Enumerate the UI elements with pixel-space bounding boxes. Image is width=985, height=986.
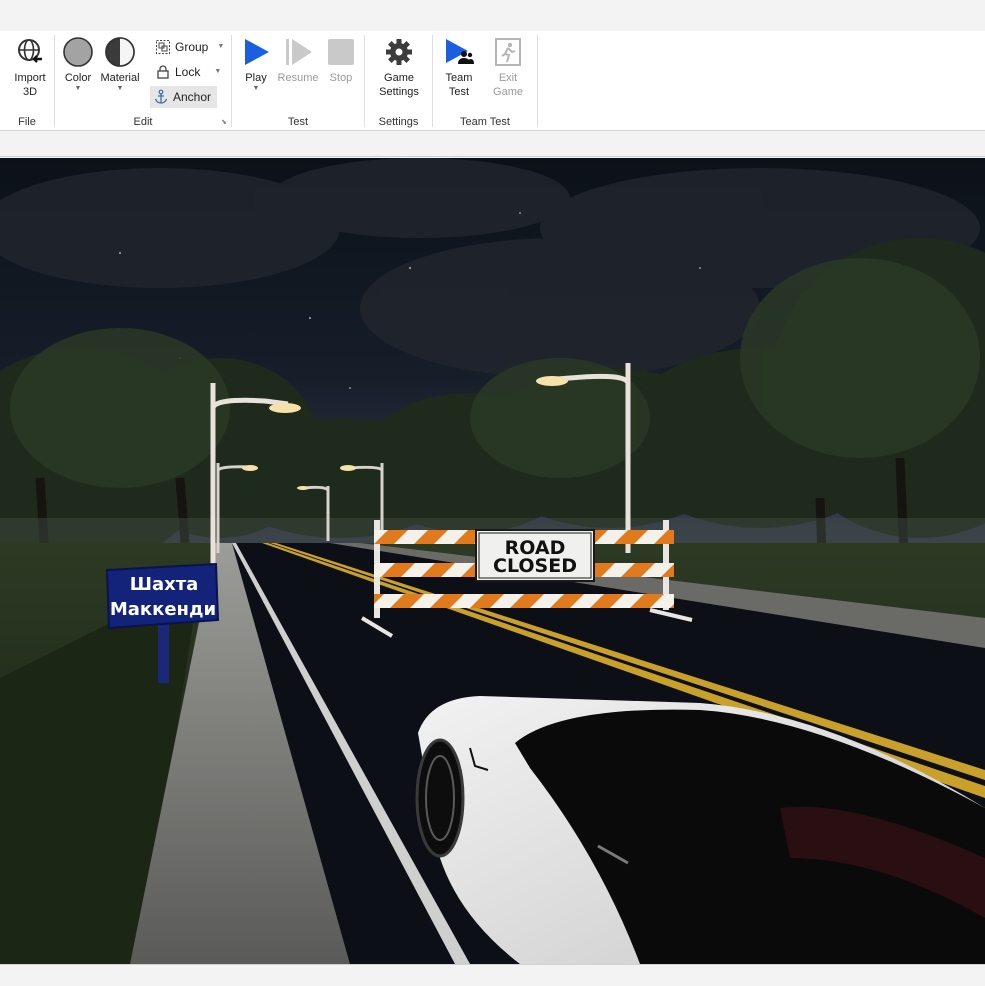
- scene-render: ROAD CLOSED Шахта Маккенди: [0, 158, 985, 964]
- anchor-icon: [154, 89, 168, 104]
- settings-group: Game Settings Settings: [365, 31, 432, 130]
- stop-button[interactable]: Stop: [325, 37, 357, 85]
- mine-sign-line2: Маккенди: [110, 599, 216, 620]
- group-label: Group: [175, 40, 209, 54]
- ribbon-toolbar: Import 3D File Color ▼ Material ▼ Group …: [0, 31, 985, 131]
- file-group-label: File: [18, 116, 36, 128]
- tab-bar: [0, 131, 985, 157]
- lock-label: Lock: [175, 65, 201, 79]
- chevron-down-icon: ▼: [214, 68, 222, 75]
- team-test-group: Team Test Exit Game Team Test: [433, 31, 537, 130]
- group-button[interactable]: Group ▼: [152, 36, 227, 58]
- road-sign-line2: CLOSED: [493, 555, 577, 577]
- test-group: Play ▼ Resume Stop Test: [232, 31, 364, 130]
- chevron-down-icon: ▼: [252, 85, 260, 92]
- color-label: Color: [64, 72, 92, 84]
- exit-game-label: Exit Game: [493, 72, 523, 98]
- import-3d-label: Import 3D: [14, 72, 46, 98]
- color-button[interactable]: Color ▼: [61, 37, 95, 93]
- team-play-icon: [446, 39, 474, 64]
- team-test-label: Team Test: [445, 72, 473, 98]
- stop-label: Stop: [329, 72, 353, 84]
- team-test-group-label: Team Test: [460, 116, 510, 128]
- anchor-label: Anchor: [173, 90, 212, 104]
- game-settings-button[interactable]: Game Settings: [374, 37, 424, 99]
- play-label: Play: [245, 72, 267, 84]
- file-group: Import 3D File: [0, 31, 54, 130]
- settings-group-label: Settings: [378, 116, 419, 128]
- title-bar: [0, 0, 985, 32]
- resume-icon: [286, 39, 312, 65]
- import-3d-button[interactable]: Import 3D: [8, 37, 52, 99]
- material-label: Material: [100, 72, 140, 84]
- game-viewport[interactable]: ROAD CLOSED Шахта Маккенди: [0, 158, 985, 964]
- test-group-label: Test: [287, 116, 309, 128]
- gear-icon: [386, 39, 412, 65]
- stop-icon: [328, 39, 354, 65]
- divider: [537, 35, 538, 127]
- dialog-launcher-icon[interactable]: ⬊: [221, 118, 227, 126]
- color-circle-icon: [63, 37, 93, 67]
- material-sphere-icon: [105, 37, 135, 67]
- status-bar: [0, 964, 985, 986]
- globe-import-icon: [18, 39, 42, 63]
- game-settings-label: Game Settings: [379, 72, 419, 98]
- play-icon: [245, 39, 269, 65]
- team-test-button[interactable]: Team Test: [442, 37, 476, 99]
- group-icon: [156, 40, 170, 54]
- edit-group: Color ▼ Material ▼ Group ▼ Lock ▼ Anchor…: [55, 31, 231, 130]
- play-button[interactable]: Play ▼: [240, 37, 272, 93]
- chevron-down-icon: ▼: [116, 85, 124, 92]
- lock-icon: [157, 65, 169, 79]
- lock-button[interactable]: Lock ▼: [152, 61, 224, 83]
- resume-label: Resume: [277, 72, 319, 84]
- chevron-down-icon: ▼: [74, 85, 82, 92]
- exit-door-icon: [495, 38, 521, 66]
- exit-game-button[interactable]: Exit Game: [489, 37, 527, 99]
- material-button[interactable]: Material ▼: [97, 37, 143, 93]
- mine-sign-line1: Шахта: [130, 574, 199, 595]
- chevron-down-icon: ▼: [217, 43, 225, 50]
- edit-group-label: Edit: [133, 116, 153, 128]
- resume-button[interactable]: Resume: [276, 37, 320, 85]
- anchor-button[interactable]: Anchor: [150, 86, 217, 108]
